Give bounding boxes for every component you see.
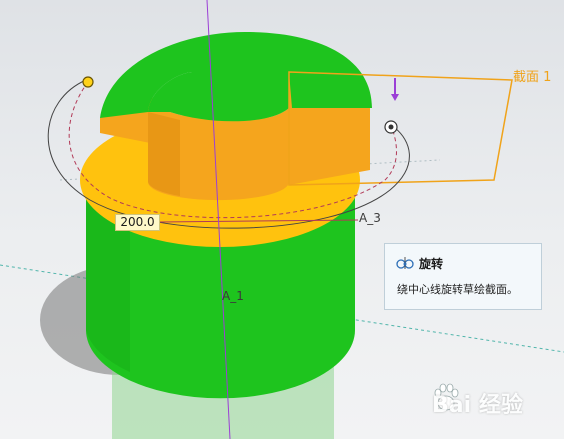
section-name-label[interactable]: 截面 1	[513, 66, 551, 85]
model-canvas	[0, 0, 564, 439]
hub-shade	[148, 112, 180, 196]
watermark-text: Bai 经验	[432, 393, 523, 418]
revolve-tooltip: 旋转 绕中心线旋转草绘截面。	[384, 243, 542, 310]
tooltip-title: 旋转	[419, 257, 444, 271]
model-viewport[interactable]: 截面 1 A_3 A_1 200.0 旋转 绕中心线旋转草绘截面。 Bai 经验	[0, 0, 564, 439]
axis-a3-label[interactable]: A_3	[359, 211, 381, 225]
angle-drag-handle[interactable]	[82, 76, 94, 88]
tooltip-description: 绕中心线旋转草绘截面。	[397, 283, 518, 296]
baidu-jingyan-watermark: Bai 经验	[432, 383, 556, 423]
axis-a1-label[interactable]: A_1	[222, 289, 244, 303]
end-drag-handle[interactable]	[384, 120, 398, 134]
direction-arrowhead	[391, 94, 399, 101]
angle-dimension-field[interactable]: 200.0	[115, 214, 160, 231]
